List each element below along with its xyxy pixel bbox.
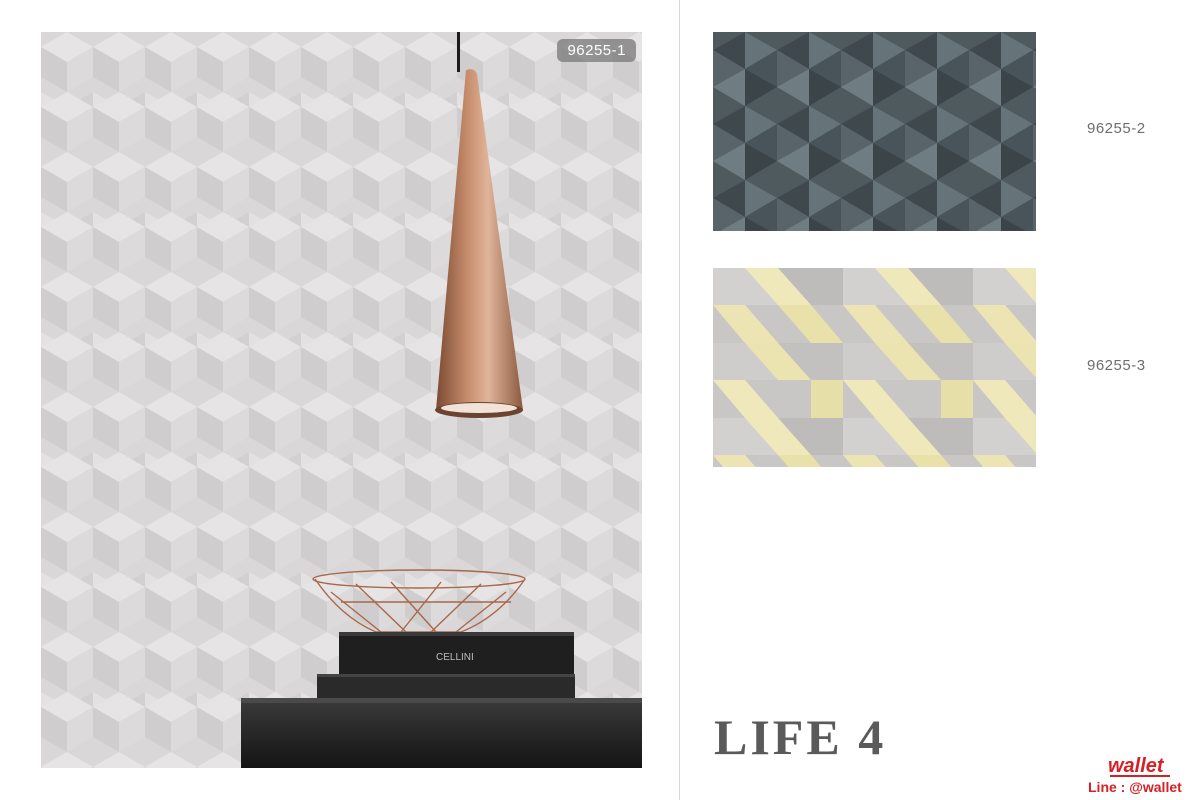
hero-room-photo: CELLINI 96255-1: [41, 32, 642, 768]
line-contact[interactable]: Line : @wallet: [1088, 779, 1182, 795]
wallet-logo-icon: wallet: [1108, 755, 1170, 777]
swatch-96255-2-pattern: [713, 32, 1036, 231]
swatch-96255-3-pattern: [713, 268, 1036, 467]
room-scene-illustration: CELLINI: [41, 32, 642, 768]
book-spine-text: CELLINI: [436, 652, 474, 663]
collection-title: LIFE 4: [714, 709, 887, 765]
hero-product-code: 96255-1: [557, 39, 636, 62]
swatch-96255-2: [713, 32, 1036, 231]
swatch-code-96255-3: 96255-3: [1087, 357, 1146, 374]
vertical-divider: [679, 0, 680, 800]
svg-text:wallet: wallet: [1108, 755, 1165, 777]
brand-logo: wallet: [1106, 752, 1186, 780]
swatch-code-96255-2: 96255-2: [1087, 120, 1146, 137]
swatch-96255-3: [713, 268, 1036, 467]
